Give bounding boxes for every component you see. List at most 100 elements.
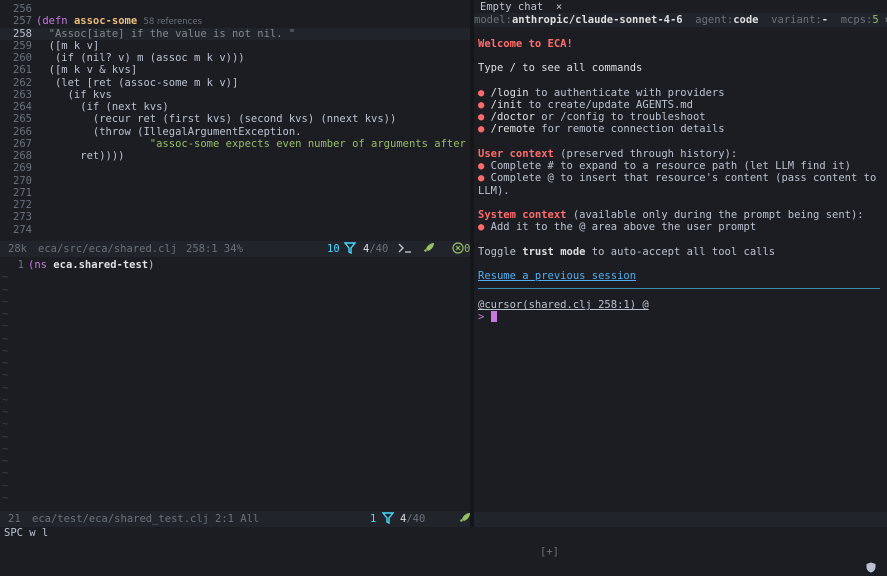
modeline-top: 28k eca/src/eca/shared.clj 258:1 34% 10 … xyxy=(0,241,470,257)
shield-icon[interactable] xyxy=(866,560,876,576)
chat-tab-bar: Empty chat × xyxy=(474,0,887,14)
system-context-heading: System context (available only during th… xyxy=(478,209,883,221)
error-indicator[interactable]: 0 xyxy=(452,241,470,257)
code-line[interactable]: 259 ([m k v] xyxy=(0,40,470,52)
terminal-icon[interactable] xyxy=(398,241,412,257)
line-number: 272 xyxy=(13,199,32,211)
chat-pane[interactable]: Empty chat × model:anthropic/claude-sonn… xyxy=(474,0,887,527)
system-context-suffix: (available only during the prompt being … xyxy=(566,208,864,221)
code-line[interactable]: 261 ([m k v & kvs] xyxy=(0,64,470,76)
trust-prefix: Toggle xyxy=(478,245,523,258)
empty-line-marker: ~ xyxy=(2,455,9,467)
minibuffer[interactable]: SPC w l xyxy=(0,527,887,540)
code-area-top[interactable]: 256 257 (defn assoc-some 58 references 25… xyxy=(0,3,470,236)
function-name: assoc-some xyxy=(73,15,138,28)
line-number: 271 xyxy=(13,186,32,199)
mcps-value[interactable]: 5 xyxy=(872,14,878,26)
system-context-title: System context xyxy=(478,208,567,221)
line-number: 262 xyxy=(13,76,32,89)
prompt-symbol: > xyxy=(478,311,485,324)
context-item-text: Complete @ to insert that resource's con… xyxy=(478,172,877,197)
empty-line-marker: ~ xyxy=(2,418,9,431)
context-item: ● Complete # to expand to a resource pat… xyxy=(478,160,851,173)
code-text: (if (next kvs) xyxy=(36,101,169,113)
context-item: ● Complete @ to insert that resource's c… xyxy=(478,172,877,197)
user-context-title: User context xyxy=(478,147,554,160)
variant-value[interactable]: - xyxy=(822,14,828,26)
code-text: (recur ret (first kvs) (second kvs) (nne… xyxy=(36,113,397,126)
prompt-input[interactable]: > xyxy=(478,311,883,323)
empty-line-marker: ~ xyxy=(2,295,9,308)
ratio-total: /40 xyxy=(369,243,389,255)
chat-header: model:anthropic/claude-sonnet-4-6 agent:… xyxy=(474,13,887,27)
chat-tab[interactable]: Empty chat × xyxy=(474,0,569,14)
line-number: 256 xyxy=(13,3,32,15)
line-number: 261 xyxy=(13,64,32,77)
line-number: 258 xyxy=(13,27,32,40)
line-number: 270 xyxy=(13,174,32,187)
line-number: 268 xyxy=(13,150,32,162)
line-number: 257 xyxy=(13,15,32,28)
context-line[interactable]: @cursor(shared.clj 258:1) @ xyxy=(478,299,883,311)
line-number: 1 xyxy=(17,259,24,271)
code-line[interactable]: 257 (defn assoc-some 58 references xyxy=(0,15,470,27)
trust-mode-label: trust mode xyxy=(522,245,586,258)
namespace-name: eca.shared-test xyxy=(53,259,149,271)
line-number: 273 xyxy=(13,211,32,224)
code-line[interactable]: 270 xyxy=(0,175,470,187)
buffer-path[interactable]: eca/test/eca/shared_test.clj xyxy=(32,511,209,527)
code-line[interactable]: 271 xyxy=(0,187,470,199)
code-line[interactable]: 273 xyxy=(0,211,470,223)
code-line[interactable]: 267 "assoc-some expects even number of a… xyxy=(0,138,470,150)
rocket-icon[interactable] xyxy=(423,241,435,257)
code-line[interactable]: 266 (throw (IllegalArgumentException. xyxy=(0,126,470,138)
context-item: ● Add it to the @ area above the user pr… xyxy=(478,221,757,234)
code-line[interactable]: 262 (let [ret (assoc-some m k v)] xyxy=(0,77,470,89)
cursor-position: 258:1 34% xyxy=(186,243,243,255)
command-desc: to authenticate with providers xyxy=(528,86,725,99)
code-line[interactable]: 269 xyxy=(0,162,470,174)
code-line[interactable]: 1 (ns eca.shared-test) xyxy=(0,259,470,271)
buffer-path[interactable]: eca/src/eca/shared.clj xyxy=(38,241,177,257)
empty-line-marker: ~ xyxy=(2,479,9,492)
code-line[interactable]: 256 xyxy=(0,3,470,15)
line-number: 266 xyxy=(13,125,32,138)
empty-line-marker: ~ xyxy=(2,406,9,418)
command-name: /remote xyxy=(490,123,535,136)
chat-modeline: ~/dev/eca/ [+] xyxy=(474,512,887,573)
code-line[interactable]: 272 xyxy=(0,199,470,211)
empty-line-marker: ~ xyxy=(2,381,9,394)
buffer-size: 28k xyxy=(8,243,27,255)
text-cursor xyxy=(490,311,497,323)
code-line[interactable]: 260 (if (nil? v) m (assoc m k v))) xyxy=(0,52,470,64)
trust-suffix: to auto-accept all tool calls xyxy=(585,245,776,258)
empty-line-marker: ~ xyxy=(2,320,9,333)
code-line[interactable]: 264 (if (next kvs) xyxy=(0,101,470,113)
filter-icon xyxy=(343,241,357,257)
filter-icon xyxy=(381,511,395,527)
code-area-bottom[interactable]: 1 (ns eca.shared-test) ~ ~ ~ ~ ~ ~ ~ ~ ~ ~ ~ ~ ~ ~ ~ ~ ~ ~… xyxy=(0,259,470,504)
code-line[interactable]: 268 ret)))) xyxy=(0,150,470,162)
minibuffer-text: SPC w l xyxy=(4,527,49,539)
string-literal: "assoc-some expects even number of argum… xyxy=(36,137,470,150)
keyword-defn: (defn xyxy=(36,15,68,28)
cursor-position: 2:1 All xyxy=(215,513,260,525)
code-line-current[interactable]: 258 "Assoc[iate] if the value is not nil… xyxy=(0,27,470,40)
code-line[interactable]: 263 (if kvs xyxy=(0,89,470,101)
code-text: (let [ret (assoc-some m k v)] xyxy=(36,76,239,89)
model-value[interactable]: anthropic/claude-sonnet-4-6 xyxy=(512,14,683,26)
close-icon[interactable]: × xyxy=(556,1,562,13)
code-line[interactable]: 274 xyxy=(0,224,470,236)
resume-session-link[interactable]: Resume a previous session xyxy=(478,270,636,282)
code-line[interactable]: 265 (recur ret (first kvs) (second kvs) … xyxy=(0,113,470,125)
references-lens[interactable]: 58 references xyxy=(143,17,202,27)
rocket-icon[interactable] xyxy=(459,511,470,527)
empty-line-marker: ~ xyxy=(2,393,9,406)
agent-label: agent: xyxy=(695,14,734,26)
docstring: "Assoc[iate] if the value is not nil. " xyxy=(36,27,296,40)
modified-indicator: [+] xyxy=(540,546,559,558)
agent-value[interactable]: code xyxy=(733,14,758,26)
command-desc: for remote connection details xyxy=(534,123,725,136)
editor-pane[interactable]: 256 257 (defn assoc-some 58 references 25… xyxy=(0,0,470,527)
line-number: 263 xyxy=(13,88,32,101)
